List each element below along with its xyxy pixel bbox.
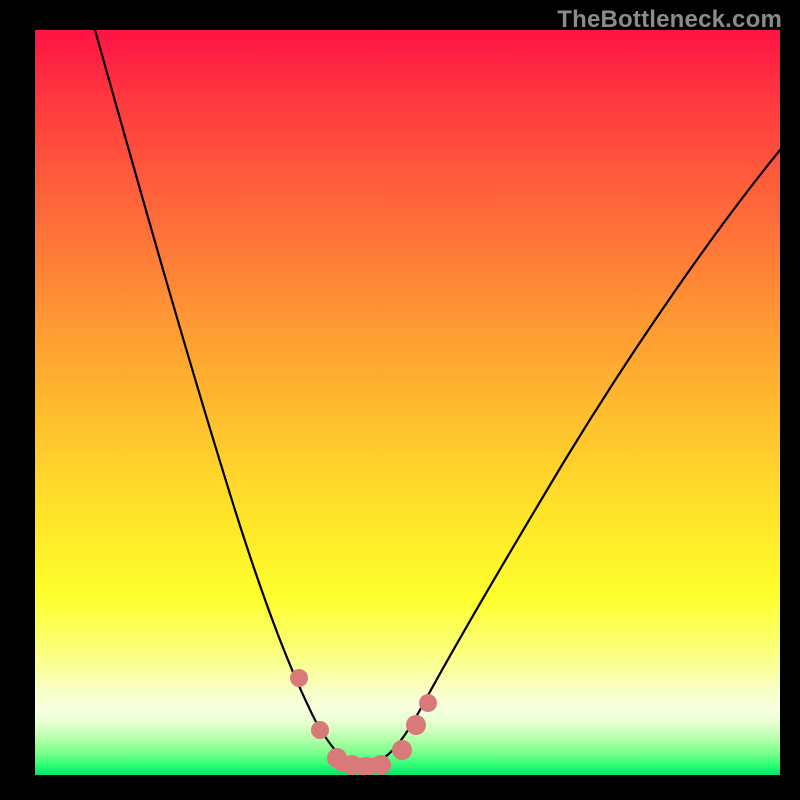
plot-area [35, 30, 780, 775]
bottleneck-curve [95, 30, 780, 765]
watermark-text: TheBottleneck.com [557, 6, 782, 34]
curve-layer [35, 30, 780, 775]
highlighted-points [290, 669, 437, 775]
chart-frame: TheBottleneck.com [0, 0, 800, 800]
